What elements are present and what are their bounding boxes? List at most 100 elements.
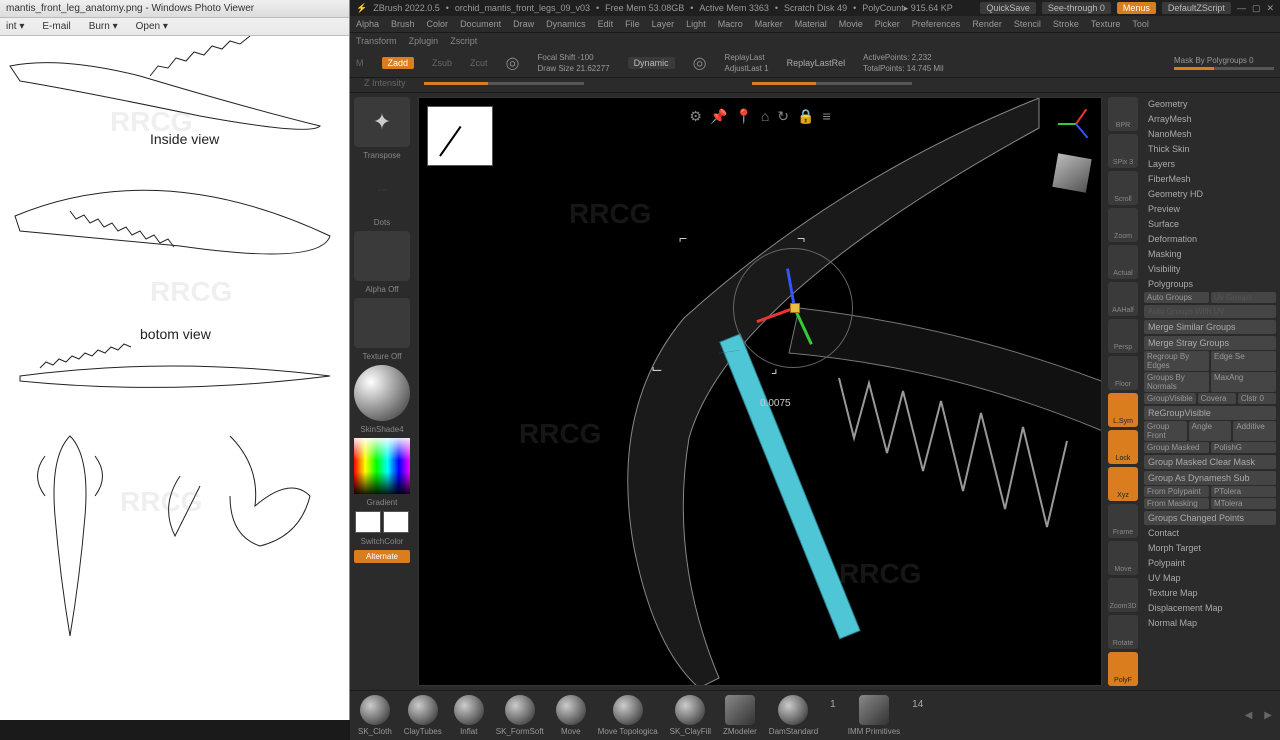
panel-polypaint[interactable]: Polypaint xyxy=(1144,556,1276,570)
replaylastrel-label[interactable]: ReplayLastRel xyxy=(787,58,846,68)
menu-stroke[interactable]: Stroke xyxy=(1053,19,1079,29)
menu-macro[interactable]: Macro xyxy=(718,19,743,29)
panel-fibermesh[interactable]: FiberMesh xyxy=(1144,172,1276,186)
menu-movie[interactable]: Movie xyxy=(839,19,863,29)
groupvisible-button[interactable]: GroupVisible xyxy=(1144,393,1196,404)
shelf-chevron-left-icon[interactable]: ◀ xyxy=(1245,710,1253,721)
menu-picker[interactable]: Picker xyxy=(875,19,900,29)
autogroupsuv-button[interactable]: Auto Groups With UV xyxy=(1144,305,1276,318)
gizmo-icon[interactable]: ✦ xyxy=(354,97,410,147)
menu-stencil[interactable]: Stencil xyxy=(1014,19,1041,29)
panel-normalmap[interactable]: Normal Map xyxy=(1144,616,1276,630)
groupfront-button[interactable]: Group Front xyxy=(1144,421,1187,441)
menu-material[interactable]: Material xyxy=(795,19,827,29)
menu-marker[interactable]: Marker xyxy=(755,19,783,29)
menu-render[interactable]: Render xyxy=(972,19,1002,29)
color-picker[interactable] xyxy=(354,438,410,494)
maxang-field[interactable]: MaxAng xyxy=(1211,372,1276,392)
dots-stroke-icon[interactable]: ∙∙∙∙ xyxy=(354,164,410,214)
panel-contact[interactable]: Contact xyxy=(1144,526,1276,540)
menu-zscript[interactable]: Zscript xyxy=(450,36,477,46)
panel-deformation[interactable]: Deformation xyxy=(1144,232,1276,246)
spix-button[interactable]: SPix 3 xyxy=(1108,134,1138,168)
coverag-field[interactable]: Covera xyxy=(1198,393,1236,404)
brush-damstandard[interactable]: DamStandard xyxy=(769,695,818,736)
aahalf-button[interactable]: AAHalf xyxy=(1108,282,1138,316)
zadd-button[interactable]: Zadd xyxy=(382,57,415,69)
mtolera-field[interactable]: MTolera xyxy=(1211,498,1276,509)
menu-zplugin[interactable]: Zplugin xyxy=(409,36,439,46)
scroll-button[interactable]: Scroll xyxy=(1108,171,1138,205)
polishg-field[interactable]: PolishG xyxy=(1211,442,1276,453)
mode-m[interactable]: M xyxy=(356,58,364,68)
swatch-secondary[interactable] xyxy=(383,511,409,533)
regroupvisible-button[interactable]: ReGroupVisible xyxy=(1144,406,1276,420)
bpr-button[interactable]: BPR xyxy=(1108,97,1138,131)
panel-layers[interactable]: Layers xyxy=(1144,157,1276,171)
gradient-label[interactable]: Gradient xyxy=(367,498,398,507)
menu-light[interactable]: Light xyxy=(686,19,706,29)
panel-geometryhd[interactable]: Geometry HD xyxy=(1144,187,1276,201)
quicksave-button[interactable]: QuickSave xyxy=(980,2,1036,14)
menu-tool[interactable]: Tool xyxy=(1132,19,1149,29)
autogroups-button[interactable]: Auto Groups xyxy=(1144,292,1209,303)
clstr-field[interactable]: Clstr 0 xyxy=(1238,393,1276,404)
replaylast-label[interactable]: ReplayLast xyxy=(725,53,769,62)
zoom-button[interactable]: Zoom xyxy=(1108,208,1138,242)
groupmasked-button[interactable]: Group Masked xyxy=(1144,442,1209,453)
close-icon[interactable]: ✕ xyxy=(1266,3,1274,14)
menu-transform[interactable]: Transform xyxy=(356,36,397,46)
menu-alpha[interactable]: Alpha xyxy=(356,19,379,29)
panel-displacementmap[interactable]: Displacement Map xyxy=(1144,601,1276,615)
additive-button[interactable]: Additive xyxy=(1233,421,1276,441)
shelf-chevron-right-icon[interactable]: ▶ xyxy=(1264,710,1272,721)
panel-preview[interactable]: Preview xyxy=(1144,202,1276,216)
menu-edit[interactable]: Edit xyxy=(598,19,614,29)
groupschanged-button[interactable]: Groups Changed Points xyxy=(1144,511,1276,525)
brush-skclayfill[interactable]: SK_ClayFill xyxy=(670,695,711,736)
mergesimilar-button[interactable]: Merge Similar Groups xyxy=(1144,320,1276,334)
polyf-button[interactable]: PolyF xyxy=(1108,652,1138,686)
lsym-button[interactable]: L.Sym xyxy=(1108,393,1138,427)
zcut-button[interactable]: Zcut xyxy=(470,58,488,68)
panel-uvmap[interactable]: UV Map xyxy=(1144,571,1276,585)
panel-arraymesh[interactable]: ArrayMesh xyxy=(1144,112,1276,126)
gyro2-icon[interactable]: ◎ xyxy=(693,53,707,73)
zsub-button[interactable]: Zsub xyxy=(432,58,452,68)
menu-file[interactable]: File xyxy=(625,19,640,29)
frommasking-button[interactable]: From Masking xyxy=(1144,498,1209,509)
panel-masking[interactable]: Masking xyxy=(1144,247,1276,261)
panel-morphtarget[interactable]: Morph Target xyxy=(1144,541,1276,555)
switchcolor-label[interactable]: SwitchColor xyxy=(361,537,404,546)
angle-field[interactable]: Angle xyxy=(1189,421,1232,441)
lock-button[interactable]: Lock xyxy=(1108,430,1138,464)
pv-menu-email[interactable]: E-mail xyxy=(42,21,70,32)
edgese-field[interactable]: Edge Se xyxy=(1211,351,1276,371)
brush-zmodeler[interactable]: ZModeler xyxy=(723,695,757,736)
maskpoly-label[interactable]: Mask By Polygroups 0 xyxy=(1174,56,1274,65)
groupsnormals-button[interactable]: Groups By Normals xyxy=(1144,372,1209,392)
xyz-button[interactable]: Xyz xyxy=(1108,467,1138,501)
max-icon[interactable]: ▢ xyxy=(1252,3,1261,14)
zintensity-label[interactable]: Z Intensity xyxy=(364,78,406,88)
alternate-button[interactable]: Alternate xyxy=(354,550,410,563)
groupmaskedclear-button[interactable]: Group Masked Clear Mask xyxy=(1144,455,1276,469)
panel-thickskin[interactable]: Thick Skin xyxy=(1144,142,1276,156)
panel-polygroups[interactable]: Polygroups xyxy=(1144,277,1276,291)
viewport[interactable]: ⚙ 📌 📍 ⌂ ↻ 🔒 ≡ xyxy=(418,97,1102,686)
brush-movetopologica[interactable]: Move Topologica xyxy=(598,695,658,736)
min-icon[interactable]: — xyxy=(1237,3,1246,13)
brush-inflat[interactable]: Inflat xyxy=(454,695,484,736)
pv-menu-open[interactable]: Open ▾ xyxy=(136,21,168,32)
actual-button[interactable]: Actual xyxy=(1108,245,1138,279)
zoom3d-button[interactable]: Zoom3D xyxy=(1108,578,1138,612)
brush-immprimitives[interactable]: IMM Primitives xyxy=(848,695,900,736)
brush-claytubes[interactable]: ClayTubes xyxy=(404,695,442,736)
swatch-main[interactable] xyxy=(355,511,381,533)
menu-texture[interactable]: Texture xyxy=(1091,19,1121,29)
maskpoly-slider[interactable] xyxy=(1174,67,1274,70)
rotate-button[interactable]: Rotate xyxy=(1108,615,1138,649)
move3d-button[interactable]: Move xyxy=(1108,541,1138,575)
brush-skcloth[interactable]: SK_Cloth xyxy=(358,695,392,736)
defaultzscript-button[interactable]: DefaultZScript xyxy=(1162,2,1231,14)
